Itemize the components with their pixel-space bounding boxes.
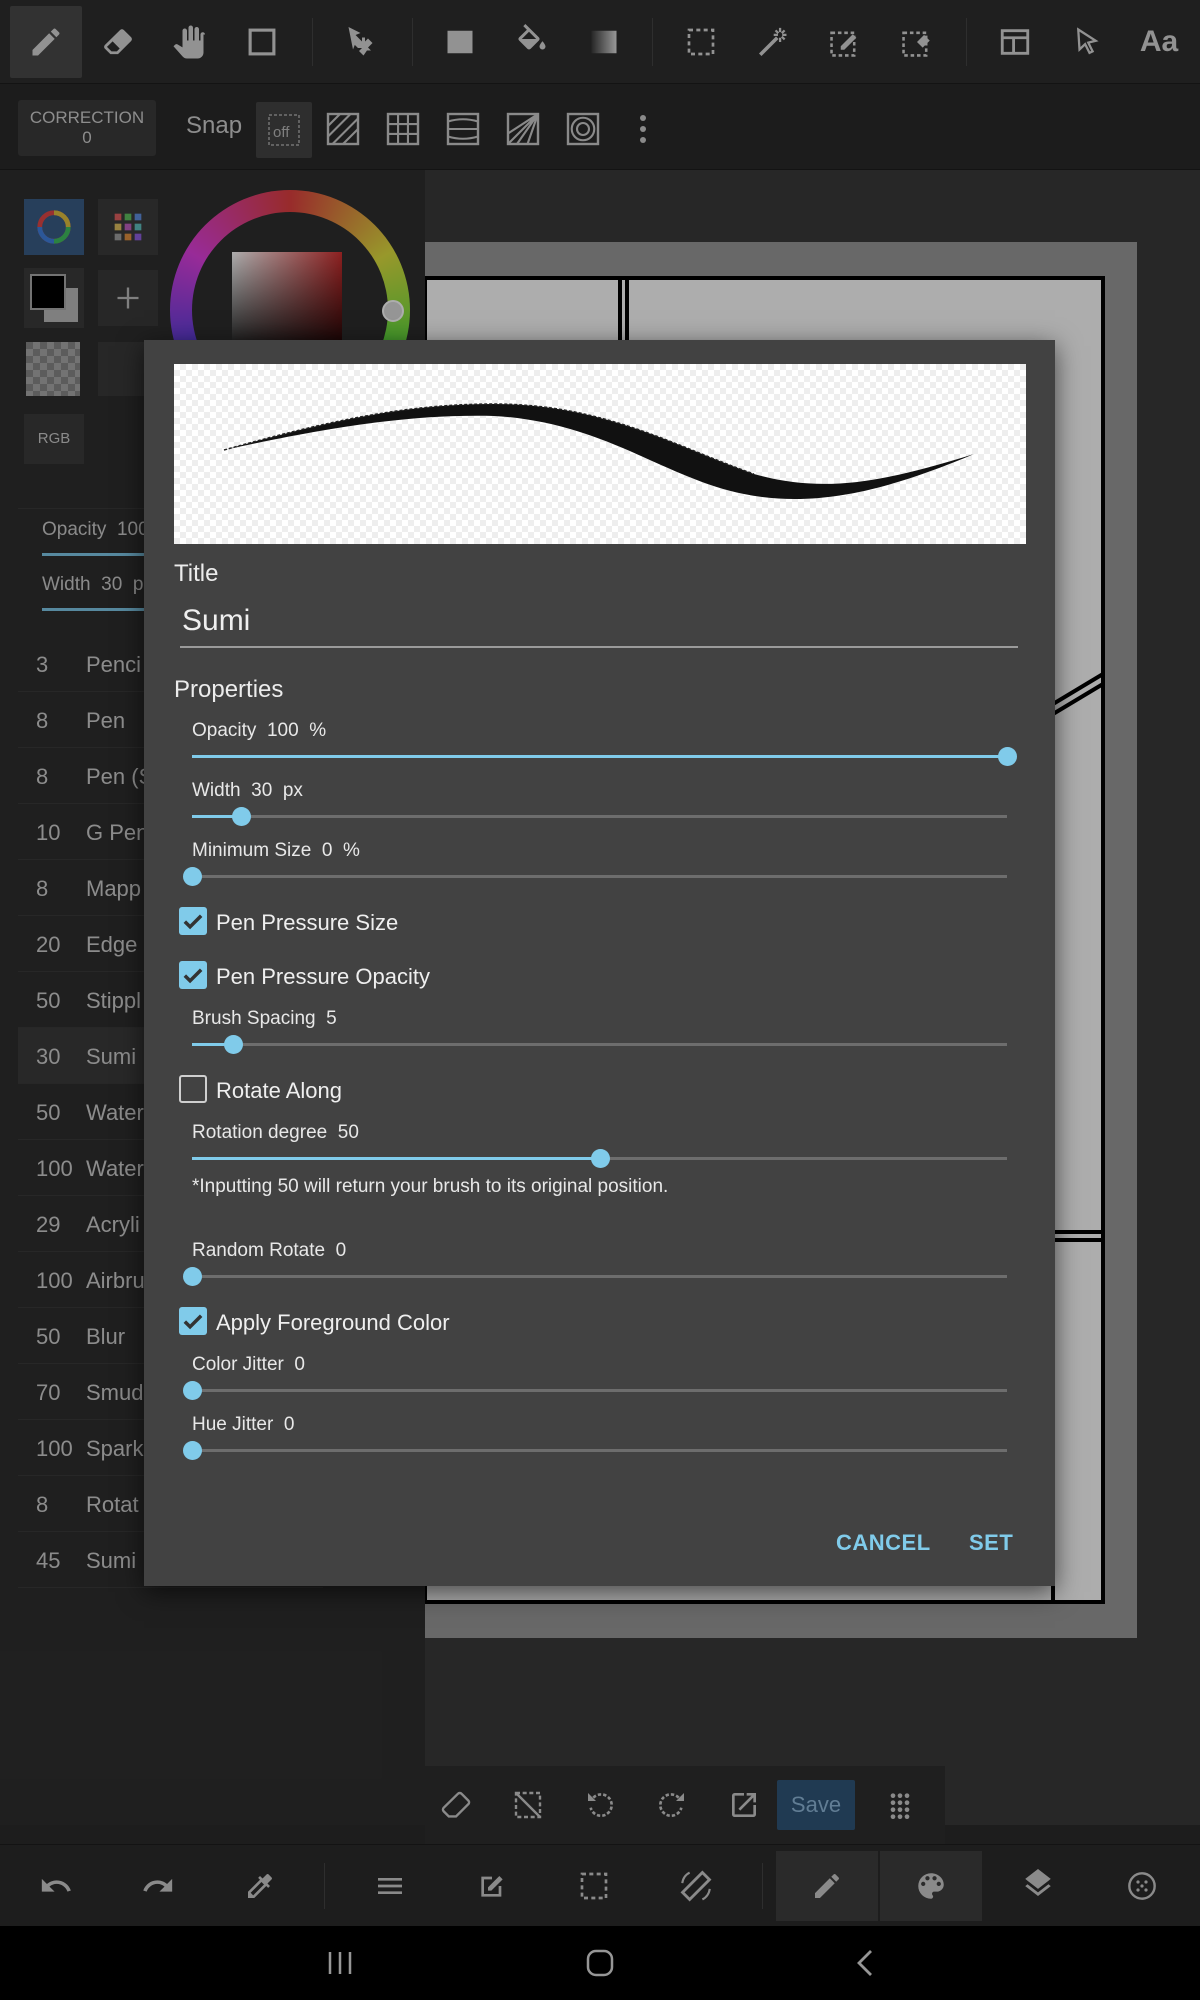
- random-rotate-label: Random Rotate 0: [192, 1240, 347, 1261]
- brush-stroke-preview: [174, 364, 1026, 544]
- hue-jitter-slider[interactable]: [183, 1441, 1007, 1460]
- checkmark-icon: [183, 1314, 203, 1330]
- properties-heading: Properties: [174, 676, 284, 703]
- hue-jitter-slider-thumb[interactable]: [183, 1441, 202, 1460]
- brush-spacing-slider[interactable]: [192, 1035, 1007, 1054]
- rotation-degree-slider[interactable]: [192, 1149, 1007, 1168]
- apply-foreground-color-checkbox[interactable]: [179, 1307, 207, 1335]
- minimum-size-slider-thumb[interactable]: [183, 867, 202, 886]
- random-rotate-slider-thumb[interactable]: [183, 1267, 202, 1286]
- apply-foreground-color-label[interactable]: Apply Foreground Color: [216, 1310, 450, 1336]
- width-label: Width 30 px: [192, 780, 303, 801]
- rotate-along-checkbox[interactable]: [179, 1075, 207, 1103]
- width-slider-thumb[interactable]: [231, 807, 251, 826]
- opacity-slider[interactable]: [192, 747, 1017, 766]
- opacity-slider-fill: [192, 755, 1007, 758]
- opacity-slider-thumb[interactable]: [998, 747, 1017, 766]
- title-label: Title: [174, 560, 219, 587]
- pen-pressure-opacity-checkbox[interactable]: [179, 961, 207, 989]
- minimum-size-slider[interactable]: [183, 867, 1007, 886]
- color-jitter-slider-thumb[interactable]: [183, 1381, 202, 1400]
- pen-pressure-size-checkbox[interactable]: [179, 907, 207, 935]
- checkmark-icon: [183, 914, 203, 930]
- checkmark-icon: [183, 968, 203, 984]
- rotation-note: *Inputting 50 will return your brush to …: [192, 1176, 669, 1197]
- opacity-label: Opacity 100 %: [192, 720, 327, 741]
- pen-pressure-size-label[interactable]: Pen Pressure Size: [216, 910, 398, 936]
- title-input[interactable]: Sumi: [180, 598, 1018, 648]
- rotation-degree-slider-fill: [192, 1157, 600, 1160]
- brush-settings-dialog: Title Sumi Properties Opacity 100 % Widt…: [144, 340, 1055, 1586]
- pen-pressure-opacity-label[interactable]: Pen Pressure Opacity: [216, 964, 430, 990]
- color-jitter-slider[interactable]: [183, 1381, 1007, 1400]
- brush-spacing-slider-thumb[interactable]: [223, 1035, 243, 1054]
- rotate-along-label[interactable]: Rotate Along: [216, 1078, 342, 1104]
- stroke-preview-image: [223, 403, 974, 500]
- rotation-degree-label: Rotation degree 50: [192, 1122, 359, 1143]
- rotation-degree-slider-thumb[interactable]: [590, 1149, 610, 1168]
- brush-spacing-label: Brush Spacing 5: [192, 1008, 337, 1029]
- hue-jitter-label: Hue Jitter 0: [192, 1414, 295, 1435]
- color-jitter-label: Color Jitter 0: [192, 1354, 305, 1375]
- cancel-button[interactable]: CANCEL: [836, 1530, 931, 1556]
- width-slider[interactable]: [192, 807, 1007, 826]
- random-rotate-slider[interactable]: [183, 1267, 1007, 1286]
- set-button[interactable]: SET: [969, 1530, 1013, 1556]
- minimum-size-label: Minimum Size 0 %: [192, 840, 360, 861]
